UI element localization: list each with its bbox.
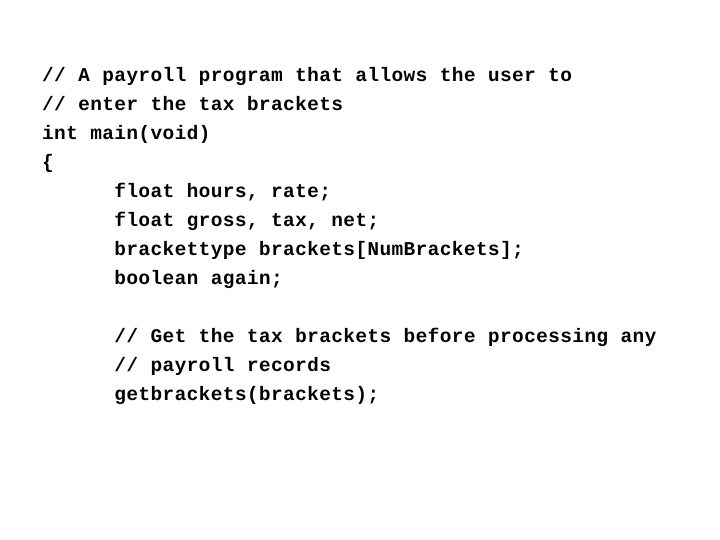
code-line: { [42,152,55,174]
code-line: float hours, rate; [42,181,332,203]
code-line: // payroll records [42,355,332,377]
code-line: brackettype brackets[NumBrackets]; [42,239,525,261]
code-line: int main(void) [42,123,211,145]
code-slide: // A payroll program that allows the use… [0,0,720,540]
code-line: // enter the tax brackets [42,94,344,116]
code-line: boolean again; [42,268,284,290]
code-line: // Get the tax brackets before processin… [42,326,657,348]
code-line: getbrackets(brackets); [42,384,380,406]
code-line: float gross, tax, net; [42,210,380,232]
code-line: // A payroll program that allows the use… [42,65,573,87]
code-listing: // A payroll program that allows the use… [42,62,702,410]
